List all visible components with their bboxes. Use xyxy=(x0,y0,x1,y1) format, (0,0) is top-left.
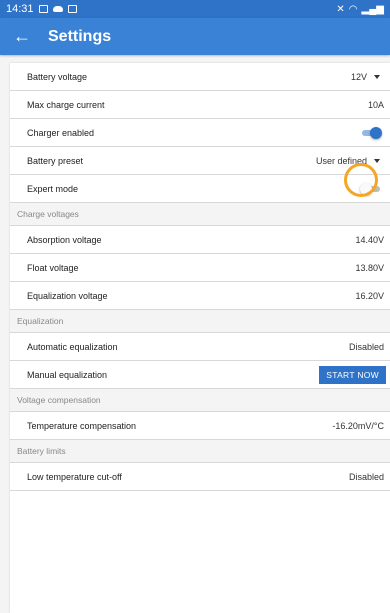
automatic-equalization-label: Automatic equalization xyxy=(27,341,118,352)
charger-enabled-label: Charger enabled xyxy=(27,127,95,138)
charger-enabled-row[interactable]: Charger enabled xyxy=(10,119,390,147)
battery-preset-label: Battery preset xyxy=(27,155,84,166)
expert-mode-label: Expert mode xyxy=(27,183,79,194)
cloud-icon xyxy=(52,6,63,12)
temperature-compensation-label: Temperature compensation xyxy=(27,420,137,431)
chevron-down-icon xyxy=(374,158,380,163)
battery-preset-dropdown[interactable]: User defined xyxy=(316,156,386,166)
start-now-button[interactable]: START NOW xyxy=(319,365,386,384)
manual-equalization-row: Manual equalization START NOW xyxy=(10,361,390,389)
float-voltage-value: 13.80V xyxy=(355,262,384,273)
low-temperature-cutoff-row[interactable]: Low temperature cut-off Disabled xyxy=(10,463,390,491)
expert-mode-toggle[interactable] xyxy=(360,182,382,195)
battery-preset-row[interactable]: Battery preset User defined xyxy=(10,147,390,175)
low-temperature-cutoff-value: Disabled xyxy=(348,471,384,482)
expert-mode-row[interactable]: Expert mode xyxy=(10,163,390,203)
screenshot-icon xyxy=(67,5,77,13)
section-header-equalization: Equalization xyxy=(10,310,390,333)
manual-equalization-label: Manual equalization xyxy=(27,369,108,380)
temperature-compensation-value: -16.20mV/°C xyxy=(332,420,384,431)
status-time: 14:31 xyxy=(6,3,34,15)
temperature-compensation-row[interactable]: Temperature compensation -16.20mV/°C xyxy=(10,412,390,440)
float-voltage-label: Float voltage xyxy=(27,262,79,273)
app-bar: ← Settings xyxy=(0,18,390,55)
toggle-knob xyxy=(360,182,372,195)
equalization-voltage-label: Equalization voltage xyxy=(27,290,108,301)
equalization-voltage-value: 16.20V xyxy=(355,290,384,301)
max-charge-current-label: Max charge current xyxy=(27,99,105,110)
settings-list: Battery voltage 12V Max charge current 1… xyxy=(10,63,390,613)
signal-icon: ▂▄▆ xyxy=(361,3,384,15)
section-header-battery-limits: Battery limits xyxy=(10,440,390,463)
gallery-icon xyxy=(38,5,48,13)
page-title: Settings xyxy=(48,27,112,45)
charger-enabled-toggle[interactable] xyxy=(360,126,382,139)
battery-voltage-label: Battery voltage xyxy=(27,71,88,82)
wifi-icon: ◠ xyxy=(348,3,358,15)
equalization-voltage-row[interactable]: Equalization voltage 16.20V xyxy=(10,282,390,310)
automatic-equalization-value: Disabled xyxy=(348,341,384,352)
battery-voltage-dropdown[interactable]: 12V xyxy=(351,72,386,82)
max-charge-current-row[interactable]: Max charge current 10A xyxy=(10,91,390,119)
absorption-voltage-label: Absorption voltage xyxy=(27,234,102,245)
status-bar: 14:31 ✕ ◠ ▂▄▆ xyxy=(0,0,390,18)
max-charge-current-value: 10A xyxy=(367,99,384,110)
chevron-down-icon xyxy=(374,74,380,79)
battery-voltage-row[interactable]: Battery voltage 12V xyxy=(10,63,390,91)
battery-preset-value: User defined xyxy=(315,155,367,166)
battery-voltage-value: 12V xyxy=(350,71,367,82)
low-temperature-cutoff-label: Low temperature cut-off xyxy=(27,471,122,482)
absorption-voltage-value: 14.40V xyxy=(355,234,384,245)
float-voltage-row[interactable]: Float voltage 13.80V xyxy=(10,254,390,282)
mute-icon: ✕ xyxy=(336,3,345,15)
automatic-equalization-row[interactable]: Automatic equalization Disabled xyxy=(10,333,390,361)
section-header-charge-voltages: Charge voltages xyxy=(10,203,390,226)
section-header-voltage-compensation: Voltage compensation xyxy=(10,389,390,412)
toggle-knob xyxy=(370,126,382,139)
absorption-voltage-row[interactable]: Absorption voltage 14.40V xyxy=(10,226,390,254)
back-arrow-icon[interactable]: ← xyxy=(0,18,44,55)
